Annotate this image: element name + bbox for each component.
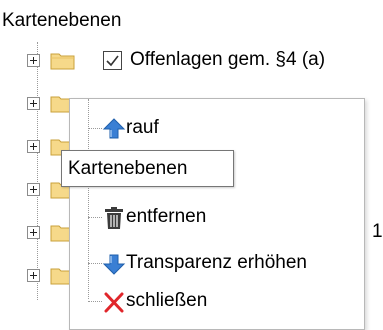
menu-item-label: rauf <box>126 117 159 138</box>
menu-item-transparenz-erhoehen[interactable]: Transparenz erhöhen <box>70 244 364 282</box>
menu-item-label: Transparenz erhöhen <box>126 252 307 273</box>
expand-icon[interactable] <box>27 54 40 67</box>
expand-icon[interactable] <box>27 269 40 282</box>
menu-item-entfernen[interactable]: entfernen <box>70 198 364 236</box>
trash-icon <box>105 207 123 229</box>
panel-title: Kartenebenen <box>2 10 122 31</box>
menu-connector <box>88 217 102 218</box>
arrow-up-icon <box>102 118 126 139</box>
menu-item-label: entfernen <box>126 206 207 227</box>
expand-icon[interactable] <box>27 183 40 196</box>
menu-item-schliessen[interactable]: schließen <box>70 282 364 320</box>
layer-checkbox[interactable] <box>103 51 122 70</box>
menu-item-rauf[interactable]: rauf <box>70 109 364 147</box>
expand-icon[interactable] <box>27 97 40 110</box>
menu-connector <box>88 128 102 129</box>
tooltip: Kartenebenen <box>61 150 234 187</box>
tree-row[interactable]: Offenlagen gem. §4 (a) <box>0 42 383 82</box>
checkmark-icon <box>106 55 119 67</box>
expand-icon[interactable] <box>27 226 40 239</box>
row-partial-text: 1 <box>372 221 383 242</box>
menu-connector <box>88 263 102 264</box>
close-x-icon <box>104 292 124 313</box>
layer-label: Offenlagen gem. §4 (a) <box>130 49 326 70</box>
context-menu: rauf entfernen Transparenz erhöhen schli… <box>69 98 365 330</box>
menu-item-label: schließen <box>126 290 208 311</box>
expand-icon[interactable] <box>27 140 40 153</box>
menu-connector <box>88 301 102 302</box>
arrow-down-icon <box>102 254 126 275</box>
folder-icon <box>50 53 75 70</box>
